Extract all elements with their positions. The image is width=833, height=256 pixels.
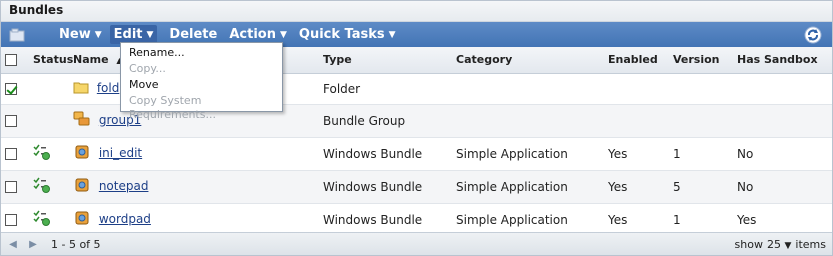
chevron-down-icon: ▼ bbox=[146, 29, 154, 40]
delete-label: Delete bbox=[169, 27, 218, 42]
table-row[interactable]: notepad Windows Bundle Simple Applicatio… bbox=[1, 170, 832, 204]
bundle-name-link[interactable]: notepad bbox=[99, 179, 149, 193]
header-status[interactable]: Status bbox=[29, 47, 73, 74]
page-size-control: show 25 ▼ items bbox=[735, 238, 826, 251]
chevron-down-icon: ▼ bbox=[388, 29, 396, 40]
chevron-down-icon: ▼ bbox=[94, 29, 102, 40]
edit-dropdown-menu: Rename... Copy... Move Copy System Requi… bbox=[120, 42, 283, 121]
menu-item-copy-system-requirements: Copy System Requirements... bbox=[129, 94, 216, 121]
bundle-icon bbox=[73, 210, 91, 229]
new-menu-button[interactable]: New ▼ bbox=[59, 27, 102, 42]
select-all-checkbox[interactable] bbox=[5, 54, 17, 67]
sandbox-cell: No bbox=[733, 137, 832, 171]
panel-title: Bundles bbox=[1, 1, 832, 22]
version-cell: 5 bbox=[669, 170, 733, 204]
version-cell bbox=[669, 104, 733, 138]
enabled-cell: Yes bbox=[604, 137, 669, 171]
row-checkbox[interactable] bbox=[5, 214, 17, 226]
category-cell bbox=[452, 73, 604, 105]
type-cell: Bundle Group bbox=[319, 104, 452, 138]
pagination-bar: ◀ ▶ 1 - 5 of 5 show 25 ▼ items bbox=[1, 232, 832, 255]
menu-item-move[interactable]: Move bbox=[121, 77, 282, 93]
header-type[interactable]: Type bbox=[319, 47, 452, 74]
header-enabled[interactable]: Enabled bbox=[604, 47, 669, 74]
menu-item-copy: Copy... bbox=[129, 62, 166, 75]
type-cell: Windows Bundle bbox=[319, 170, 452, 204]
status-cell bbox=[29, 170, 69, 204]
status-cell bbox=[29, 104, 69, 138]
row-checkbox[interactable] bbox=[5, 115, 17, 127]
bundles-panel: Bundles New ▼ Edit ▼ Delete Action ▼ Quick … bbox=[0, 0, 833, 256]
name-cell: ini_edit bbox=[69, 137, 319, 171]
edit-label: Edit bbox=[113, 27, 143, 42]
row-checkbox[interactable] bbox=[5, 181, 17, 193]
status-checklist-icon bbox=[33, 144, 51, 163]
status-checklist-icon bbox=[33, 177, 51, 196]
header-has-sandbox[interactable]: Has Sandbox bbox=[733, 47, 832, 74]
page-size-select[interactable]: 25 ▼ bbox=[767, 238, 791, 251]
action-menu-button[interactable]: Action ▼ bbox=[229, 27, 287, 42]
menu-item-rename[interactable]: Rename... bbox=[121, 45, 282, 61]
name-cell: notepad bbox=[69, 170, 319, 204]
header-category[interactable]: Category bbox=[452, 47, 604, 74]
type-cell: Folder bbox=[319, 73, 452, 105]
new-bundle-icon[interactable] bbox=[1, 22, 33, 47]
enabled-cell: Yes bbox=[604, 170, 669, 204]
new-label: New bbox=[59, 27, 91, 42]
page-range: 1 - 5 of 5 bbox=[51, 237, 101, 251]
version-cell: 1 bbox=[669, 137, 733, 171]
table-row[interactable]: ini_edit Windows Bundle Simple Applicati… bbox=[1, 137, 832, 171]
type-cell: Windows Bundle bbox=[319, 137, 452, 171]
status-cell bbox=[29, 137, 69, 171]
items-label: items bbox=[795, 237, 826, 251]
sandbox-cell bbox=[733, 104, 832, 138]
category-cell: Simple Application bbox=[452, 170, 604, 204]
page-size-value: 25 bbox=[766, 237, 781, 251]
chevron-down-icon: ▼ bbox=[784, 240, 792, 251]
header-name-label: Name bbox=[73, 53, 109, 67]
sandbox-cell: No bbox=[733, 170, 832, 204]
select-all-cell[interactable] bbox=[1, 47, 29, 74]
bundle-group-icon bbox=[73, 111, 91, 130]
header-version[interactable]: Version bbox=[669, 47, 733, 74]
row-checkbox[interactable] bbox=[5, 148, 17, 160]
previous-page-icon[interactable]: ◀ bbox=[5, 236, 21, 252]
category-cell bbox=[452, 104, 604, 138]
next-page-icon[interactable]: ▶ bbox=[25, 236, 41, 252]
row-checkbox[interactable] bbox=[5, 83, 17, 95]
status-checklist-icon bbox=[33, 210, 51, 229]
action-label: Action bbox=[229, 27, 276, 42]
bundle-name-link[interactable]: fold bbox=[97, 81, 120, 95]
enabled-cell bbox=[604, 73, 669, 105]
show-label: show bbox=[734, 237, 763, 251]
folder-icon bbox=[73, 80, 89, 97]
bundle-icon bbox=[73, 177, 91, 196]
bundle-name-link[interactable]: wordpad bbox=[99, 212, 151, 226]
sandbox-cell bbox=[733, 73, 832, 105]
bundle-icon bbox=[73, 144, 91, 163]
delete-button[interactable]: Delete bbox=[169, 27, 217, 42]
status-cell bbox=[29, 73, 69, 105]
version-cell bbox=[669, 73, 733, 105]
enabled-cell bbox=[604, 104, 669, 138]
quick-tasks-menu-button[interactable]: Quick Tasks ▼ bbox=[299, 27, 396, 42]
category-cell: Simple Application bbox=[452, 137, 604, 171]
bundle-name-link[interactable]: ini_edit bbox=[99, 146, 142, 160]
refresh-icon[interactable] bbox=[804, 26, 822, 44]
quick-tasks-label: Quick Tasks bbox=[298, 27, 385, 42]
chevron-down-icon: ▼ bbox=[279, 29, 287, 40]
